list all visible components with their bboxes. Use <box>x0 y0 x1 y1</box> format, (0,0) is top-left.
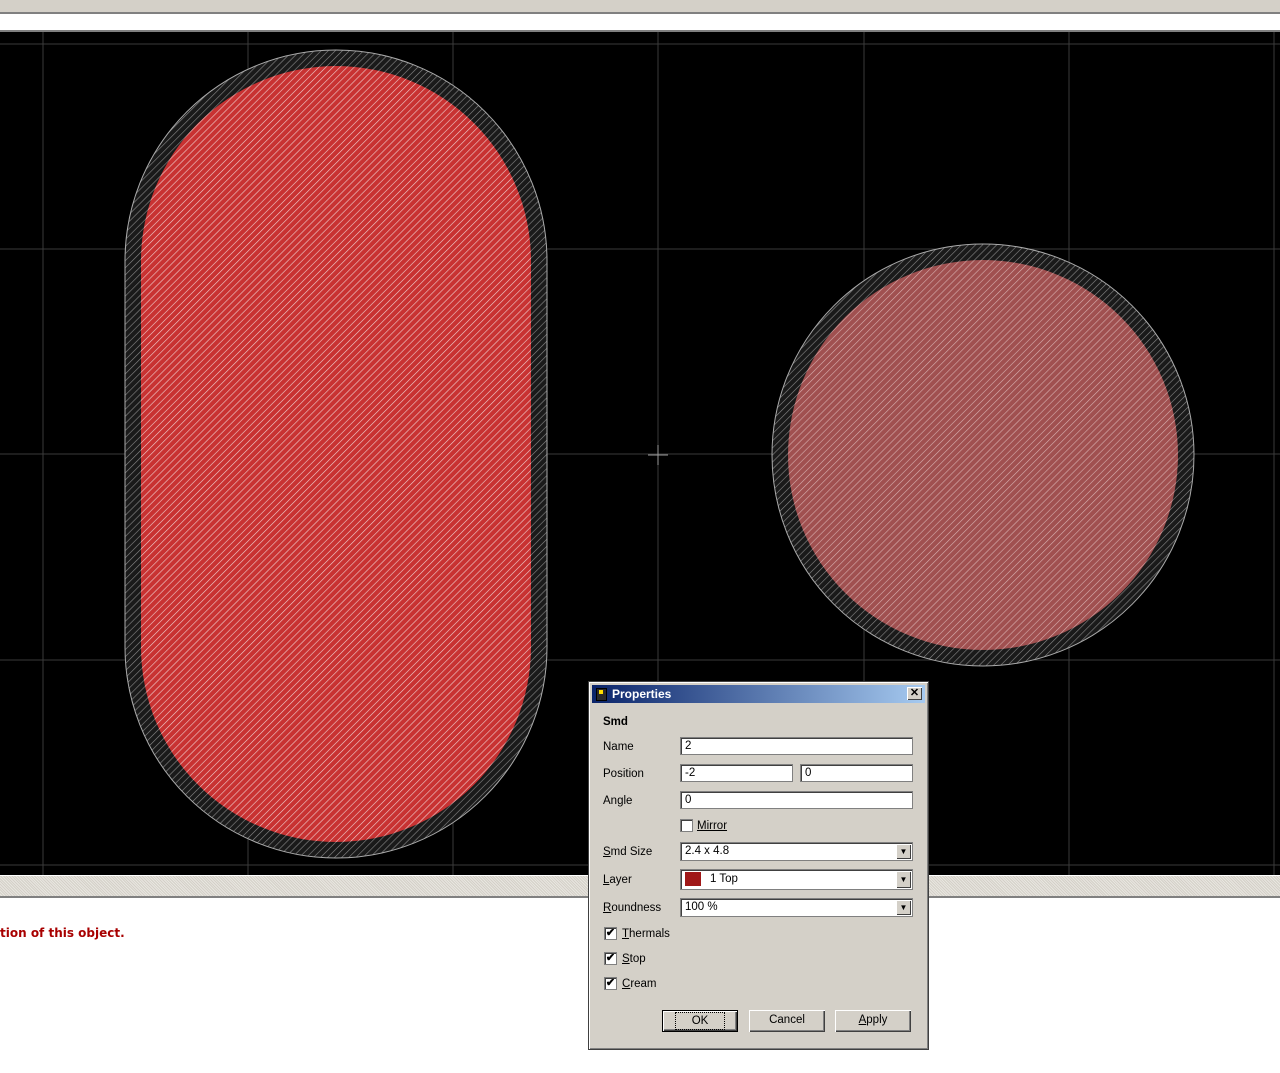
cream-checkbox[interactable]: ✔ <box>604 977 617 990</box>
ok-button-label: OK <box>674 1012 726 1030</box>
cream-label-rest: ream <box>630 978 657 990</box>
roundness-value: 100 % <box>685 901 718 913</box>
layer-color-swatch <box>685 872 701 886</box>
smd-pad-round[interactable] <box>771 243 1195 667</box>
properties-dialog: Properties ✕ Smd Name Position Angle Mir… <box>588 681 929 1050</box>
thermals-label: Thermals <box>622 928 670 940</box>
smd-size-label: Smd Size <box>603 846 652 858</box>
position-x-field[interactable] <box>680 764 793 782</box>
dialog-titlebar[interactable]: Properties ✕ <box>592 685 925 703</box>
section-heading: Smd <box>603 716 628 728</box>
thermals-label-accel: T <box>622 928 630 940</box>
smd-pad-oblong[interactable] <box>124 49 548 859</box>
apply-button[interactable]: Apply <box>835 1010 911 1032</box>
smd-size-value: 2.4 x 4.8 <box>685 845 730 857</box>
stop-checkbox[interactable]: ✔ <box>604 952 617 965</box>
mirror-checkbox[interactable] <box>680 819 693 832</box>
name-field[interactable] <box>680 737 913 755</box>
smd-size-select[interactable]: 2.4 x 4.8 ▼ <box>680 842 913 861</box>
layer-label-rest: ayer <box>609 874 632 886</box>
toolbar-area <box>0 14 1280 30</box>
dialog-title: Properties <box>612 687 672 701</box>
app-icon <box>596 688 607 701</box>
origin-crosshair-icon <box>648 445 668 465</box>
position-y-field[interactable] <box>800 764 913 782</box>
stop-label: Stop <box>622 953 646 965</box>
title-bar-strip <box>0 0 1280 14</box>
stop-label-rest: top <box>629 953 646 965</box>
thermals-checkbox[interactable]: ✔ <box>604 927 617 940</box>
angle-label: Angle <box>603 795 633 807</box>
smd-size-label-accel: S <box>603 846 611 858</box>
apply-button-rest: pply <box>866 1014 888 1026</box>
layer-label: Layer <box>603 874 632 886</box>
roundness-label-rest: oundness <box>611 902 662 914</box>
smd-size-label-rest: md Size <box>610 846 653 858</box>
angle-field[interactable] <box>680 791 913 809</box>
dropdown-arrow-icon[interactable]: ▼ <box>896 900 911 915</box>
dropdown-arrow-icon[interactable]: ▼ <box>896 844 911 859</box>
close-button[interactable]: ✕ <box>907 687 922 700</box>
thermals-label-rest: hermals <box>629 928 670 940</box>
roundness-select[interactable]: 100 % ▼ <box>680 898 913 917</box>
layer-select[interactable]: 1 Top ▼ <box>680 869 913 890</box>
close-icon: ✕ <box>909 687 920 699</box>
dropdown-arrow-icon[interactable]: ▼ <box>896 871 911 888</box>
cream-label: Cream <box>622 978 657 990</box>
name-label: Name <box>603 741 634 753</box>
status-message: tion of this object. <box>0 926 125 940</box>
ok-button[interactable]: OK <box>662 1010 738 1032</box>
cancel-button[interactable]: Cancel <box>749 1010 825 1032</box>
cancel-button-label: Cancel <box>769 1014 805 1026</box>
position-label: Position <box>603 768 644 780</box>
layer-value: 1 Top <box>710 873 738 885</box>
mirror-label: Mirror <box>697 820 728 832</box>
stop-label-accel: S <box>622 953 630 965</box>
roundness-label: Roundness <box>603 902 661 914</box>
